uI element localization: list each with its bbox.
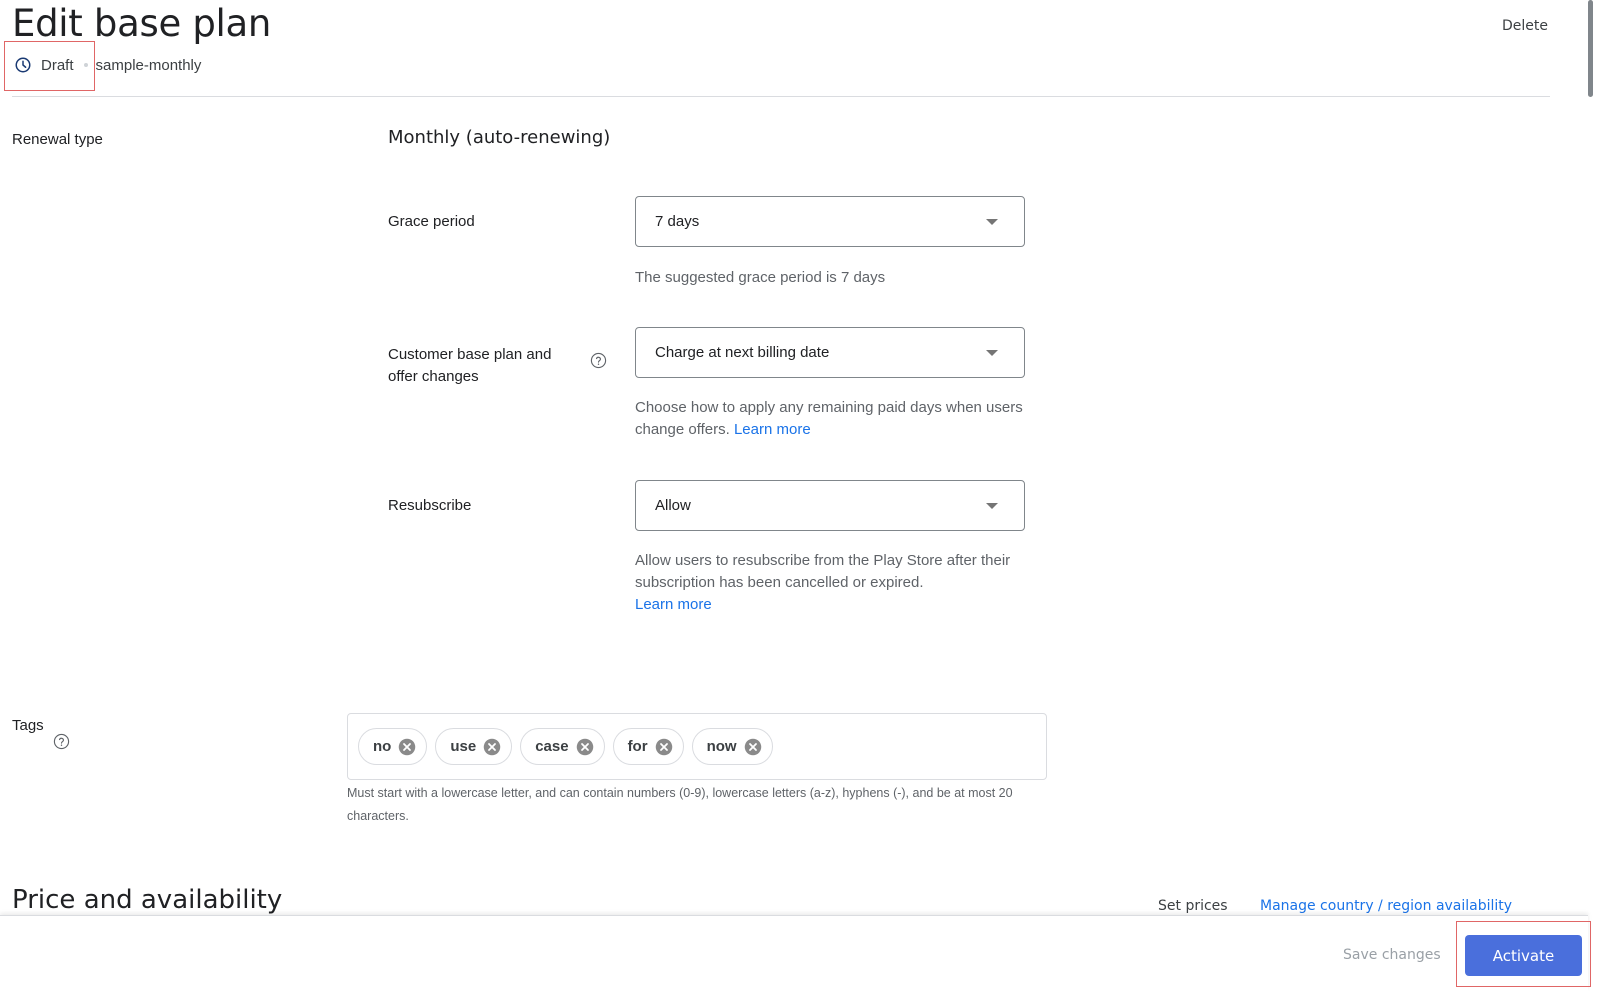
tag-chip-label: now: [706, 738, 737, 755]
renewal-type-label: Renewal type: [12, 131, 103, 148]
grace-period-label: Grace period: [388, 213, 475, 230]
section-title-price: Price and availability: [12, 885, 283, 915]
tag-chip: no: [358, 728, 428, 765]
remove-tag-icon[interactable]: [744, 738, 762, 756]
tag-chip: for: [612, 728, 684, 765]
tags-input[interactable]: no use case for now: [347, 713, 1047, 780]
help-icon[interactable]: [53, 733, 70, 750]
page-title: Edit base plan: [12, 2, 272, 45]
chevron-down-icon: [986, 219, 998, 225]
tag-chip: now: [691, 728, 773, 765]
tags-hint: Must start with a lowercase letter, and …: [347, 786, 1013, 823]
learn-more-link[interactable]: Learn more: [635, 596, 712, 613]
tags-label: Tags: [12, 717, 44, 734]
manage-availability-link[interactable]: Manage country / region availability: [1260, 898, 1512, 914]
chevron-down-icon: [986, 350, 998, 356]
plan-changes-label: Customer base plan and offer changes: [388, 346, 552, 385]
plan-changes-select[interactable]: Charge at next billing date: [635, 327, 1025, 378]
highlight-box-draft: [4, 41, 95, 91]
grace-period-select[interactable]: 7 days: [635, 196, 1025, 247]
tag-chip-label: case: [535, 738, 569, 755]
remove-tag-icon[interactable]: [398, 738, 416, 756]
resubscribe-hint-text: Allow users to resubscribe from the Play…: [635, 552, 1011, 591]
remove-tag-icon[interactable]: [483, 738, 501, 756]
tag-chip-label: no: [373, 738, 392, 755]
learn-more-link[interactable]: Learn more: [734, 421, 811, 438]
delete-button[interactable]: Delete: [1502, 18, 1548, 34]
highlight-box-activate: [1456, 921, 1591, 987]
scrollbar[interactable]: [1588, 0, 1593, 97]
grace-period-value: 7 days: [655, 213, 700, 230]
header-divider: [12, 96, 1550, 97]
resubscribe-hint: Allow users to resubscribe from the Play…: [635, 550, 1025, 616]
help-icon[interactable]: [590, 352, 607, 369]
grace-period-hint: The suggested grace period is 7 days: [635, 269, 886, 286]
save-changes-button[interactable]: Save changes: [1343, 947, 1441, 963]
plan-id: sample-monthly: [95, 56, 202, 74]
plan-changes-hint: Choose how to apply any remaining paid d…: [635, 397, 1025, 441]
resubscribe-label: Resubscribe: [388, 497, 472, 514]
plan-changes-value: Charge at next billing date: [655, 344, 830, 361]
tag-chip-label: use: [450, 738, 477, 755]
remove-tag-icon[interactable]: [576, 738, 594, 756]
chevron-down-icon: [986, 503, 998, 509]
renewal-type-value: Monthly (auto-renewing): [388, 127, 611, 148]
remove-tag-icon[interactable]: [655, 738, 673, 756]
tag-chip: use: [435, 728, 513, 765]
tag-chip-label: for: [627, 738, 648, 755]
tag-chip-list: no use case for now: [358, 728, 773, 765]
resubscribe-select[interactable]: Allow: [635, 480, 1025, 531]
set-prices-button[interactable]: Set prices: [1158, 898, 1228, 914]
resubscribe-value: Allow: [655, 497, 691, 514]
plan-changes-hint-text: Choose how to apply any remaining paid d…: [635, 399, 1023, 438]
tag-chip: case: [520, 728, 605, 765]
